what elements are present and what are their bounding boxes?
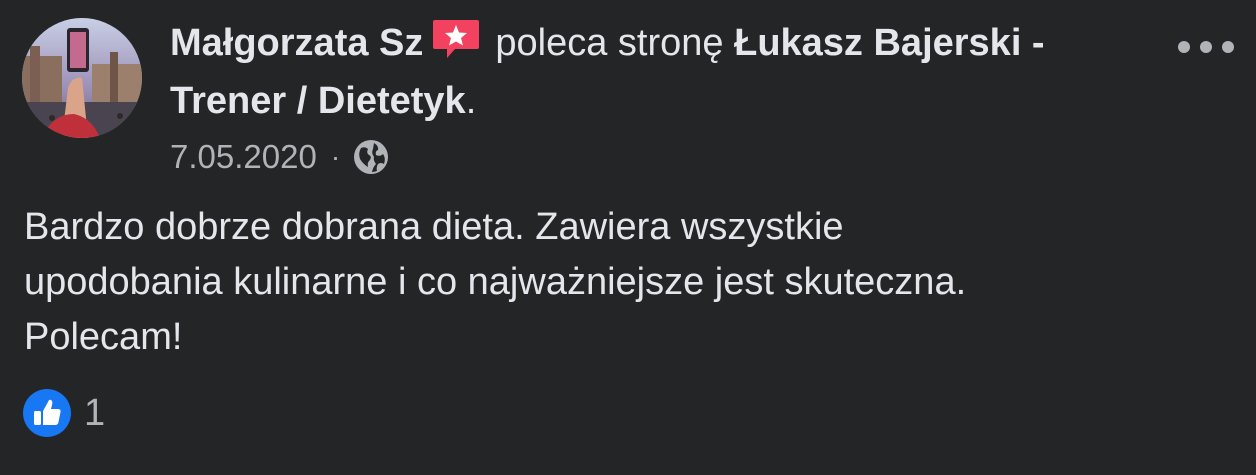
meta-separator: ·	[330, 141, 341, 172]
more-options-icon[interactable]	[1178, 34, 1234, 60]
review-line: Bardzo dobrze dobrana dieta. Zawiera wsz…	[24, 206, 844, 248]
review-line: Polecam!	[24, 316, 183, 358]
recommendation-star-icon	[431, 17, 481, 61]
reactions-summary[interactable]: 1	[22, 388, 105, 438]
post-date[interactable]: 7.05.2020	[170, 136, 317, 178]
more-dot	[1222, 41, 1234, 53]
recommends-text: poleca stronę	[495, 22, 724, 64]
review-line: upodobania kulinarne i co najważniejsze …	[24, 261, 967, 303]
post-header: Małgorzata Sz poleca stronę Łukasz Bajer…	[170, 14, 1130, 130]
author-name[interactable]: Małgorzata Sz	[170, 22, 423, 64]
author-avatar[interactable]	[22, 18, 142, 138]
review-text: Bardzo dobrze dobrana dieta. Zawiera wsz…	[24, 200, 1224, 365]
like-icon	[23, 389, 71, 437]
more-dot	[1178, 41, 1190, 53]
page-name-suffix: .	[465, 80, 477, 122]
globe-icon	[354, 140, 389, 174]
like-count: 1	[84, 391, 106, 434]
more-dot	[1200, 41, 1212, 53]
post-meta: 7.05.2020 ·	[170, 136, 390, 178]
